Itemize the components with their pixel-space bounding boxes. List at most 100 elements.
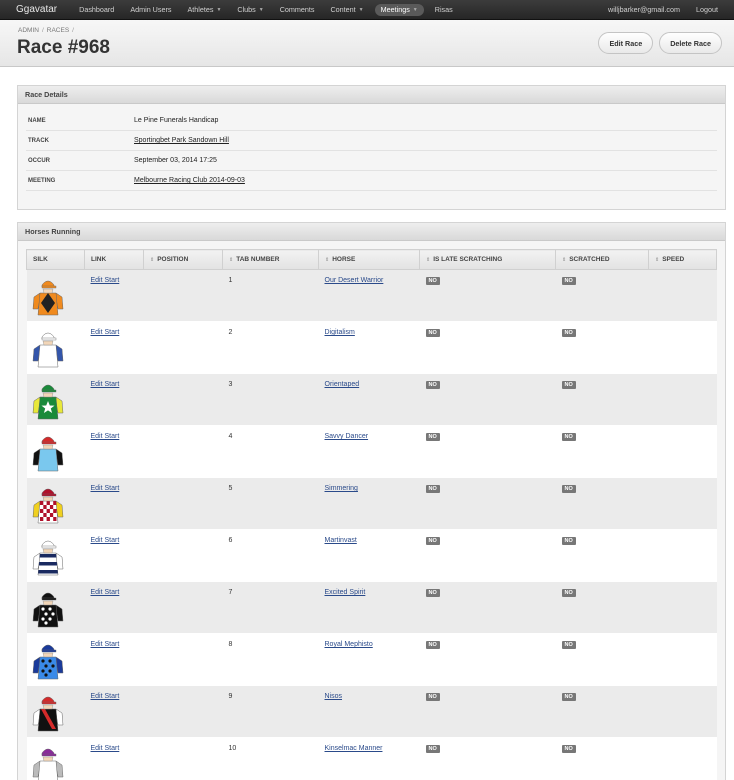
speed-cell bbox=[648, 633, 717, 686]
speed-cell bbox=[648, 269, 717, 322]
status-badge: NO bbox=[425, 381, 440, 389]
link-cell: Edit Start bbox=[84, 321, 144, 374]
chevron-down-icon: ▼ bbox=[216, 6, 222, 13]
horse-link[interactable]: Savvy Dancer bbox=[325, 433, 369, 440]
nav-item-risas[interactable]: Risas bbox=[427, 0, 461, 20]
scratched-cell: NO bbox=[555, 685, 649, 738]
scratched-cell: NO bbox=[555, 425, 649, 478]
horse-link[interactable]: Simmering bbox=[325, 485, 358, 492]
nav-item-label: Clubs bbox=[237, 5, 256, 14]
edit-start-link[interactable]: Edit Start bbox=[91, 589, 120, 596]
silk-cell bbox=[26, 425, 85, 478]
silk-cell bbox=[26, 477, 85, 530]
horse-cell: Martinvast bbox=[318, 529, 420, 582]
column-header-label: SILK bbox=[33, 256, 48, 263]
nav-item-clubs[interactable]: Clubs ▼ bbox=[229, 0, 271, 20]
column-header-label: TAB NUMBER bbox=[236, 256, 280, 263]
table-row: Edit Start 5 Simmering NO NO bbox=[26, 477, 717, 530]
status-badge: NO bbox=[561, 537, 576, 545]
horse-cell: Savvy Dancer bbox=[318, 425, 420, 478]
nav-item-label: Admin Users bbox=[130, 5, 172, 14]
link-cell: Edit Start bbox=[84, 477, 144, 530]
status-badge: NO bbox=[425, 693, 440, 701]
nav-item-meetings[interactable]: Meetings ▼ bbox=[374, 3, 424, 16]
column-header-speed[interactable]: ⇕ SPEED bbox=[648, 249, 717, 270]
edit-start-link[interactable]: Edit Start bbox=[91, 329, 120, 336]
scratched-cell: NO bbox=[555, 581, 649, 634]
breadcrumb-admin[interactable]: ADMIN bbox=[18, 27, 39, 34]
edit-race-button[interactable]: Edit Race bbox=[598, 32, 654, 54]
column-header-scratched[interactable]: ⇕ SCRATCHED bbox=[555, 249, 649, 270]
nav-item-admin-users[interactable]: Admin Users bbox=[122, 0, 179, 20]
horse-link[interactable]: Nisos bbox=[325, 693, 343, 700]
edit-start-link[interactable]: Edit Start bbox=[91, 485, 120, 492]
status-badge: NO bbox=[561, 381, 576, 389]
scratched-cell: NO bbox=[555, 633, 649, 686]
horse-cell: Royal Mephisto bbox=[318, 633, 420, 686]
nav-menu: Dashboard Admin Users Athletes ▼ Clubs ▼ Comme… bbox=[71, 0, 461, 20]
race-details-title: Race Details bbox=[18, 86, 725, 104]
track-link[interactable]: Sportingbet Park Sandown Hill bbox=[134, 137, 229, 144]
delete-race-button[interactable]: Delete Race bbox=[659, 32, 722, 54]
detail-row-track: TRACK Sportingbet Park Sandown Hill bbox=[26, 131, 717, 151]
nav-item-dashboard[interactable]: Dashboard bbox=[71, 0, 122, 20]
table-row: Edit Start 3 Orientaped NO NO bbox=[26, 373, 717, 426]
horse-link[interactable]: Our Desert Warrior bbox=[325, 277, 384, 284]
table-row: Edit Start 1 Our Desert Warrior NO NO bbox=[26, 269, 717, 322]
user-email-link[interactable]: willjbarker@gmail.com bbox=[600, 0, 688, 20]
edit-start-link[interactable]: Edit Start bbox=[91, 537, 120, 544]
horse-link[interactable]: Orientaped bbox=[325, 381, 360, 388]
top-navbar: Ggavatar Dashboard Admin Users Athletes ▼ Cl… bbox=[0, 0, 734, 20]
nav-item-comments[interactable]: Comments bbox=[272, 0, 323, 20]
horse-link[interactable]: Excited Spirit bbox=[325, 589, 366, 596]
status-badge: NO bbox=[425, 537, 440, 545]
silk-cell bbox=[26, 321, 85, 374]
nav-item-content[interactable]: Content ▼ bbox=[322, 0, 371, 20]
position-cell bbox=[143, 373, 223, 426]
status-badge: NO bbox=[561, 485, 576, 493]
table-body: Edit Start 1 Our Desert Warrior NO NO Edit St… bbox=[26, 269, 717, 780]
link-cell: Edit Start bbox=[84, 685, 144, 738]
column-header-horse[interactable]: ⇕ HORSE bbox=[318, 249, 420, 270]
edit-start-link[interactable]: Edit Start bbox=[91, 745, 120, 752]
meeting-link[interactable]: Melbourne Racing Club 2014-09-03 bbox=[134, 177, 245, 184]
speed-cell bbox=[648, 321, 717, 374]
horse-link[interactable]: Royal Mephisto bbox=[325, 641, 373, 648]
position-cell bbox=[143, 685, 223, 738]
nav-item-label: Meetings bbox=[380, 5, 410, 14]
silk-cell bbox=[26, 685, 85, 738]
status-badge: NO bbox=[561, 693, 576, 701]
horse-link[interactable]: Digitalism bbox=[325, 329, 355, 336]
status-badge: NO bbox=[425, 589, 440, 597]
status-badge: NO bbox=[425, 329, 440, 337]
table-row: Edit Start 10 Kinselmac Manner NO NO bbox=[26, 737, 717, 780]
table-row: Edit Start 9 Nisos NO NO bbox=[26, 685, 717, 738]
column-header-position[interactable]: ⇕ POSITION bbox=[143, 249, 223, 270]
edit-start-link[interactable]: Edit Start bbox=[91, 693, 120, 700]
edit-start-link[interactable]: Edit Start bbox=[91, 277, 120, 284]
horse-link[interactable]: Martinvast bbox=[325, 537, 357, 544]
header-actions: Edit Race Delete Race bbox=[598, 32, 722, 54]
horses-running-title: Horses Running bbox=[18, 223, 725, 241]
jockey-silk-icon bbox=[32, 540, 63, 576]
edit-start-link[interactable]: Edit Start bbox=[91, 641, 120, 648]
table-row: Edit Start 2 Digitalism NO NO bbox=[26, 321, 717, 374]
horse-link[interactable]: Kinselmac Manner bbox=[325, 745, 383, 752]
nav-item-athletes[interactable]: Athletes ▼ bbox=[179, 0, 229, 20]
column-header-label: SPEED bbox=[662, 256, 685, 263]
column-header-tab-number[interactable]: ⇕ TAB NUMBER bbox=[222, 249, 319, 270]
edit-start-link[interactable]: Edit Start bbox=[91, 433, 120, 440]
table-row: Edit Start 8 Royal Mephisto NO NO bbox=[26, 633, 717, 686]
logout-link[interactable]: Logout bbox=[688, 0, 726, 20]
column-header-label: LINK bbox=[91, 256, 107, 263]
horse-cell: Nisos bbox=[318, 685, 420, 738]
column-header-is-late-scratching[interactable]: ⇕ IS LATE SCRATCHING bbox=[419, 249, 556, 270]
late-scratching-cell: NO bbox=[419, 321, 556, 374]
detail-label: MEETING bbox=[28, 177, 56, 184]
horse-cell: Kinselmac Manner bbox=[318, 737, 420, 780]
edit-start-link[interactable]: Edit Start bbox=[91, 381, 120, 388]
horse-cell: Orientaped bbox=[318, 373, 420, 426]
breadcrumb-races[interactable]: RACES bbox=[47, 27, 69, 34]
brand-logo[interactable]: Ggavatar bbox=[16, 4, 57, 15]
link-cell: Edit Start bbox=[84, 529, 144, 582]
